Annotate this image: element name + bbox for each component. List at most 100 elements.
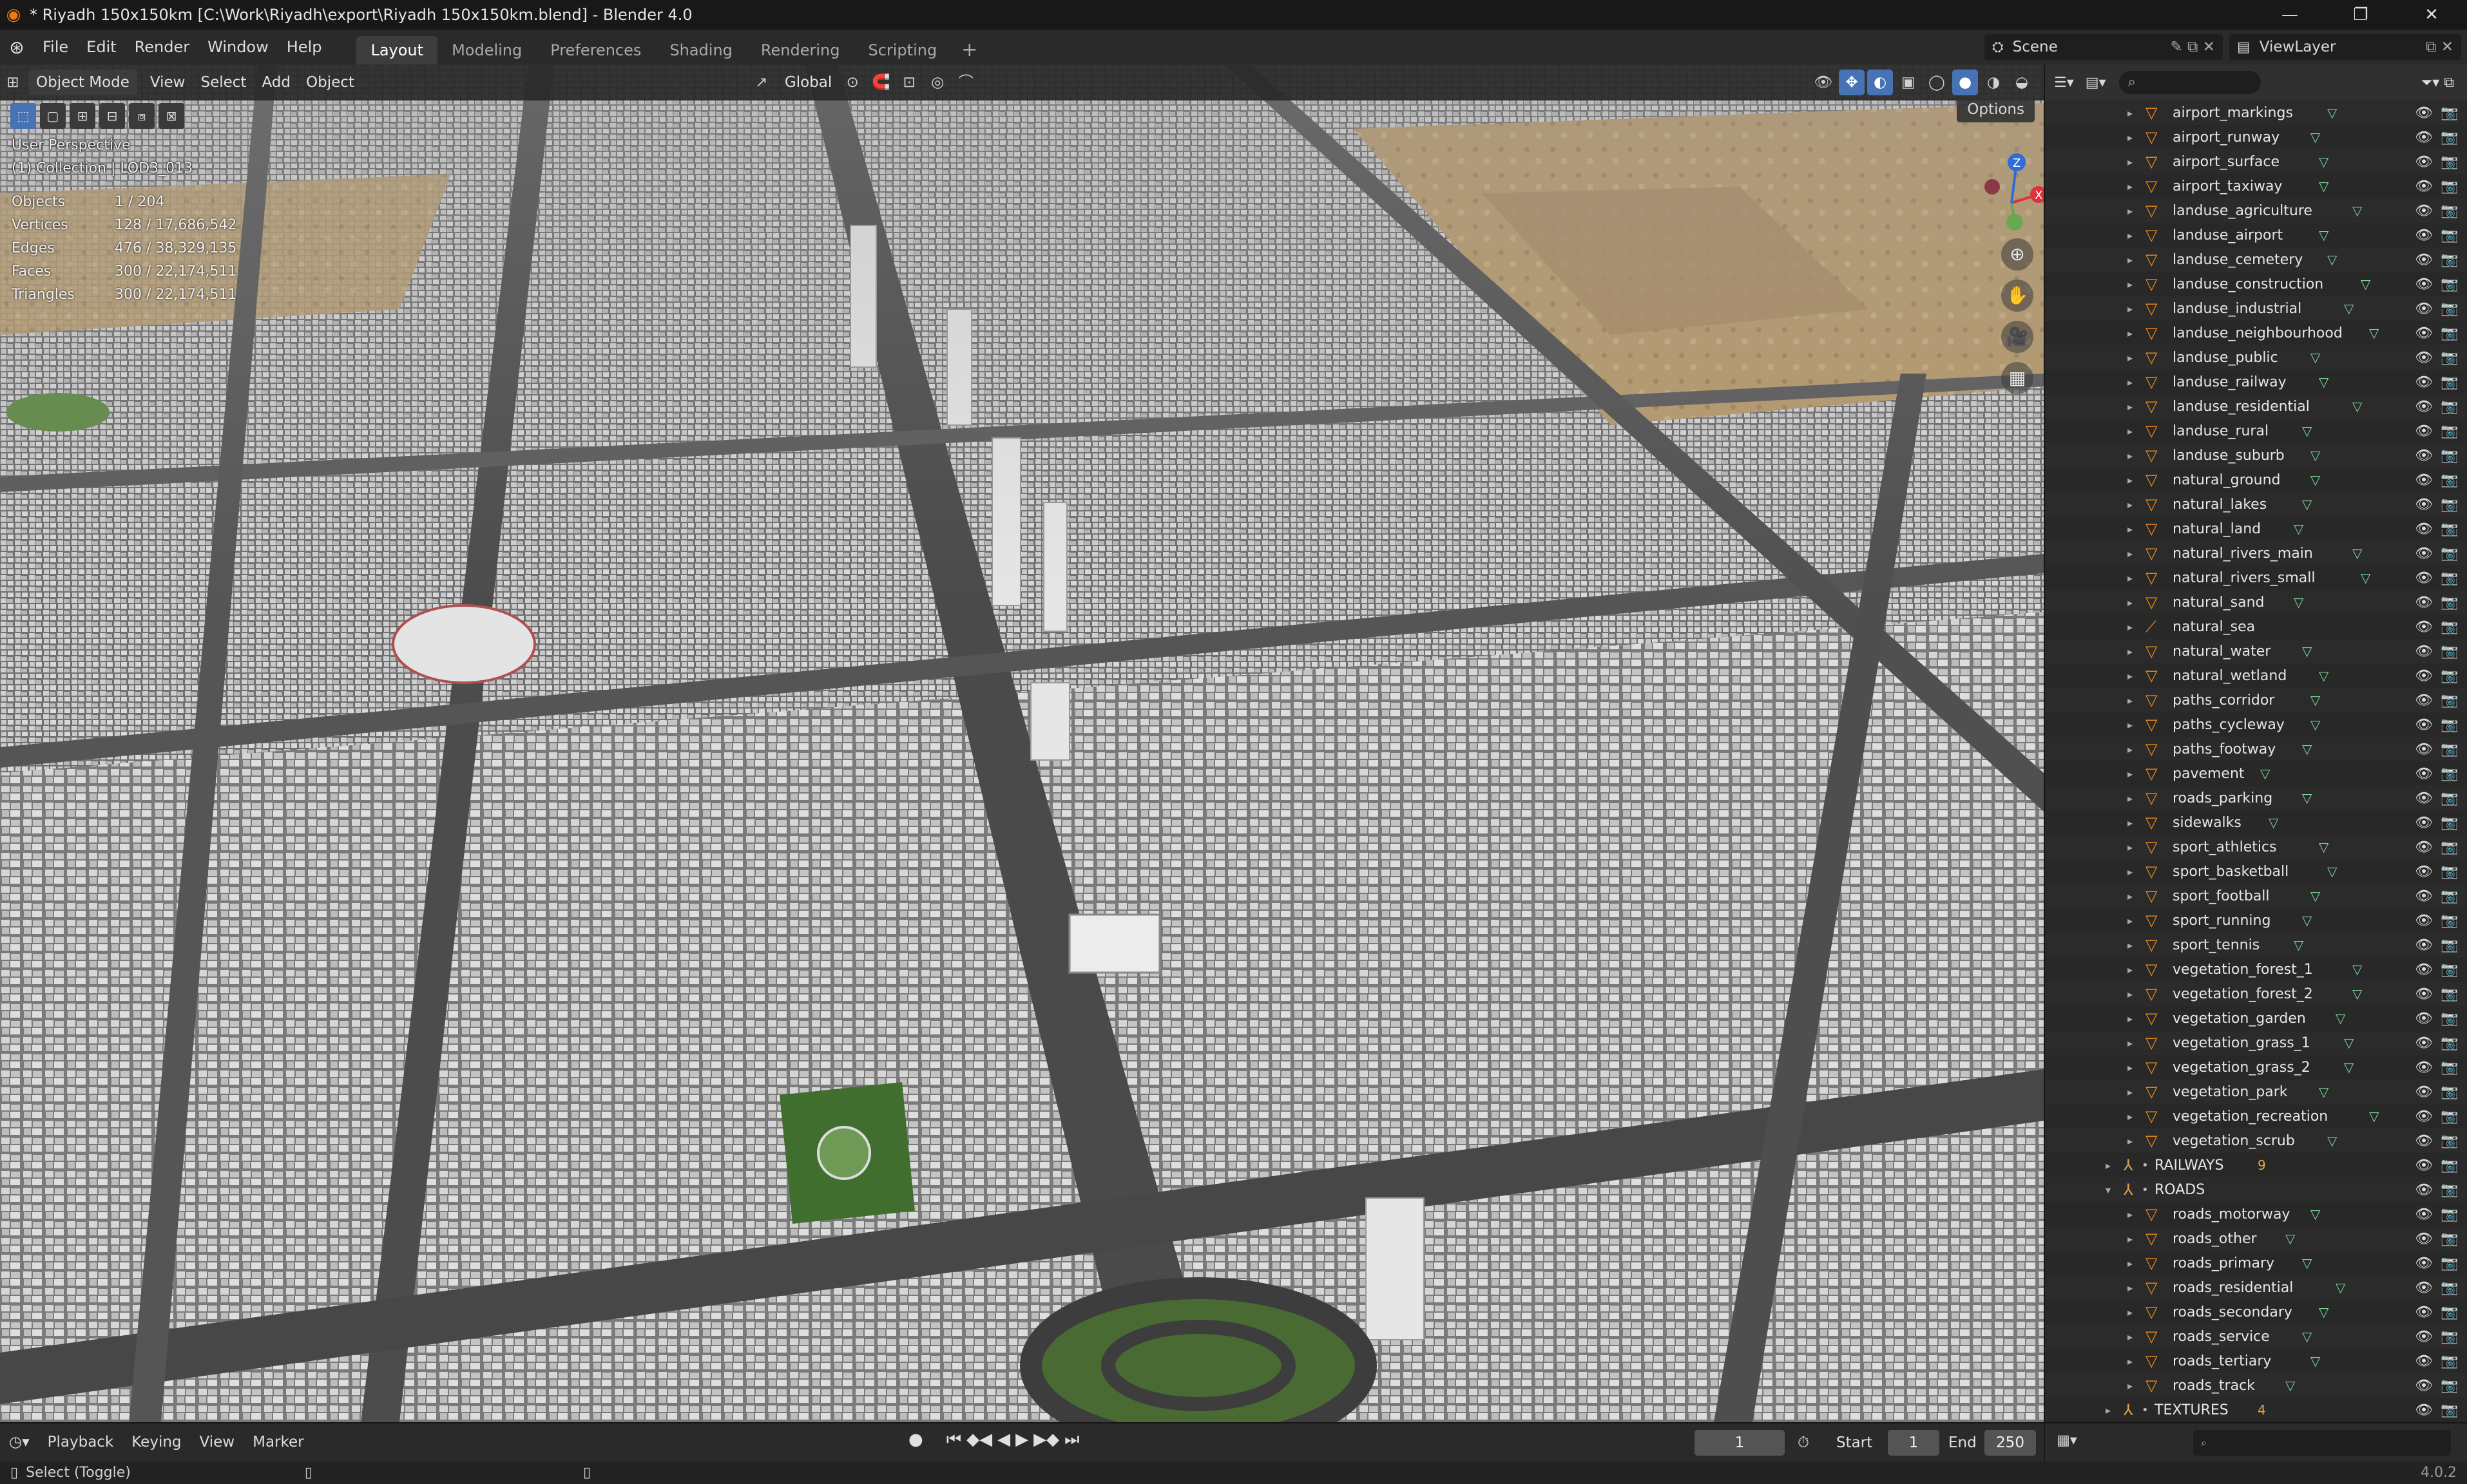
- mesh-data-icon[interactable]: ▽: [2344, 1060, 2354, 1075]
- expand-right-icon[interactable]: ▸: [2127, 303, 2133, 315]
- tab-modeling[interactable]: Modeling: [437, 36, 536, 64]
- expand-right-icon[interactable]: ▸: [2127, 1110, 2133, 1123]
- expand-right-icon[interactable]: ▸: [2127, 278, 2133, 290]
- mesh-data-icon[interactable]: ▽: [2344, 301, 2354, 316]
- visibility-eye-icon[interactable]: 👁: [2415, 252, 2433, 268]
- render-camera-icon[interactable]: 📷: [2441, 619, 2458, 635]
- select-invert-icon[interactable]: ⧈: [129, 103, 155, 129]
- prev-keyframe-icon[interactable]: ◆◀: [966, 1430, 992, 1450]
- outliner-search-input[interactable]: ⌕: [2118, 71, 2261, 94]
- outliner-object-row[interactable]: ▸ ▽ landuse_airport ▽ 👁 📷: [2045, 223, 2467, 247]
- select-tool-icon[interactable]: ⬚: [10, 103, 36, 129]
- outliner-object-row[interactable]: ▸ ▽ vegetation_garden ▽ 👁 📷: [2045, 1006, 2467, 1031]
- mesh-data-icon[interactable]: ▽: [2327, 864, 2337, 879]
- outliner-object-row[interactable]: ▸ ▽ landuse_industrial ▽ 👁 📷: [2045, 296, 2467, 321]
- visibility-eye-icon[interactable]: 👁: [2415, 1206, 2433, 1222]
- outliner-collection-row[interactable]: ▾ • ⅄ ROADS 👁 📷: [2045, 1177, 2467, 1202]
- render-camera-icon[interactable]: 📷: [2441, 986, 2458, 1002]
- visibility-eye-icon[interactable]: 👁: [2415, 1133, 2433, 1149]
- render-camera-icon[interactable]: 📷: [2441, 888, 2458, 904]
- menu-help[interactable]: Help: [278, 34, 331, 60]
- expand-right-icon[interactable]: ▸: [2127, 1257, 2133, 1270]
- select-extend-icon[interactable]: ⊞: [70, 103, 95, 129]
- menu-view-timeline[interactable]: View: [191, 1434, 244, 1451]
- pin-icon[interactable]: ✎ ⧉ ✕: [2170, 39, 2215, 55]
- object-mode-dropdown[interactable]: Object Mode: [28, 70, 137, 95]
- visibility-eye-icon[interactable]: 👁: [2415, 203, 2433, 219]
- outliner-object-row[interactable]: ▸ ▽ roads_other ▽ 👁 📷: [2045, 1226, 2467, 1251]
- visibility-eye-icon[interactable]: 👁: [2415, 1060, 2433, 1076]
- scene-selector[interactable]: ⛭ Scene ✎ ⧉ ✕: [1984, 34, 2223, 60]
- properties-search-input[interactable]: ⌕: [2193, 1430, 2451, 1456]
- expand-right-icon[interactable]: ▸: [2127, 1331, 2133, 1343]
- tab-preferences[interactable]: Preferences: [536, 36, 655, 64]
- render-camera-icon[interactable]: 📷: [2441, 276, 2458, 292]
- mesh-data-icon[interactable]: ▽: [2294, 595, 2303, 610]
- outliner-object-row[interactable]: ▸ ▽ roads_secondary ▽ 👁 📷: [2045, 1300, 2467, 1324]
- menu-window[interactable]: Window: [198, 34, 278, 60]
- expand-right-icon[interactable]: ▸: [2127, 792, 2133, 804]
- render-camera-icon[interactable]: 📷: [2441, 1084, 2458, 1100]
- expand-right-icon[interactable]: ▸: [2127, 131, 2133, 144]
- visibility-eye-icon[interactable]: 👁: [2415, 1157, 2433, 1174]
- outliner-object-row[interactable]: ▸ ⟋ natural_sea 👁 📷: [2045, 614, 2467, 639]
- outliner-object-row[interactable]: ▸ ▽ sidewalks ▽ 👁 📷: [2045, 810, 2467, 835]
- render-camera-icon[interactable]: 📷: [2441, 325, 2458, 341]
- expand-right-icon[interactable]: ▸: [2127, 1061, 2133, 1074]
- mesh-data-icon[interactable]: ▽: [2344, 1035, 2354, 1051]
- mesh-data-icon[interactable]: ▽: [2294, 937, 2303, 953]
- outliner-object-row[interactable]: ▸ ▽ roads_track ▽ 👁 📷: [2045, 1373, 2467, 1398]
- outliner-object-row[interactable]: ▸ ▽ landuse_agriculture ▽ 👁 📷: [2045, 198, 2467, 223]
- visibility-eye-icon[interactable]: 👁: [2415, 178, 2433, 195]
- expand-right-icon[interactable]: ▸: [2127, 1282, 2133, 1294]
- outliner-object-row[interactable]: ▸ ▽ vegetation_grass_2 ▽ 👁 📷: [2045, 1055, 2467, 1080]
- menu-playback[interactable]: Playback: [39, 1434, 123, 1451]
- outliner-object-row[interactable]: ▸ ▽ natural_rivers_small ▽ 👁 📷: [2045, 566, 2467, 590]
- outliner-object-row[interactable]: ▸ ▽ airport_markings ▽ 👁 📷: [2045, 100, 2467, 125]
- render-camera-icon[interactable]: 📷: [2441, 1182, 2458, 1198]
- expand-right-icon[interactable]: ▸: [2127, 327, 2133, 339]
- visibility-eye-icon[interactable]: 👁: [2415, 399, 2433, 415]
- render-camera-icon[interactable]: 📷: [2441, 913, 2458, 929]
- blender-logo-icon[interactable]: ⊛: [0, 37, 34, 58]
- visibility-eye-icon[interactable]: 👁: [2415, 472, 2433, 488]
- expand-right-icon[interactable]: ▸: [2127, 743, 2133, 756]
- expand-right-icon[interactable]: ▸: [2127, 768, 2133, 780]
- mesh-data-icon[interactable]: ▽: [2285, 1378, 2295, 1393]
- render-camera-icon[interactable]: 📷: [2441, 1378, 2458, 1394]
- visibility-eye-icon[interactable]: 👁: [2415, 546, 2433, 562]
- mesh-data-icon[interactable]: ▽: [2319, 227, 2328, 243]
- expand-right-icon[interactable]: ▸: [2127, 205, 2133, 217]
- visibility-eye-icon[interactable]: 👁: [2415, 1182, 2433, 1198]
- select-intersect-icon[interactable]: ⊠: [158, 103, 184, 129]
- render-camera-icon[interactable]: 📷: [2441, 521, 2458, 537]
- menu-object[interactable]: Object: [298, 70, 362, 95]
- outliner-object-row[interactable]: ▸ ▽ roads_service ▽ 👁 📷: [2045, 1324, 2467, 1349]
- visibility-eye-icon[interactable]: 👁: [2415, 1011, 2433, 1027]
- tab-rendering[interactable]: Rendering: [747, 36, 854, 64]
- outliner-object-row[interactable]: ▸ ▽ roads_motorway ▽ 👁 📷: [2045, 1202, 2467, 1226]
- expand-right-icon[interactable]: ▸: [2127, 229, 2133, 242]
- expand-right-icon[interactable]: ▸: [2106, 1159, 2111, 1172]
- navigation-gizmo[interactable]: Z X: [1966, 142, 2044, 245]
- visibility-eye-icon[interactable]: 👁: [2415, 888, 2433, 904]
- falloff-icon[interactable]: ⌒: [953, 70, 979, 95]
- mesh-data-icon[interactable]: ▽: [2302, 913, 2312, 928]
- mesh-data-icon[interactable]: ▽: [2327, 252, 2337, 267]
- solid-shading-icon[interactable]: ●: [1952, 70, 1978, 95]
- outliner-object-row[interactable]: ▸ ▽ natural_lakes ▽ 👁 📷: [2045, 492, 2467, 517]
- render-camera-icon[interactable]: 📷: [2441, 1157, 2458, 1174]
- mesh-data-icon[interactable]: ▽: [2352, 399, 2362, 414]
- render-camera-icon[interactable]: 📷: [2441, 790, 2458, 806]
- copy-icon[interactable]: ⧉ ✕: [2426, 39, 2453, 55]
- outliner-object-row[interactable]: ▸ ▽ vegetation_scrub ▽ 👁 📷: [2045, 1128, 2467, 1153]
- visibility-eye-icon[interactable]: 👁: [2415, 1378, 2433, 1394]
- outliner-object-row[interactable]: ▸ ▽ vegetation_park ▽ 👁 📷: [2045, 1080, 2467, 1104]
- expand-right-icon[interactable]: ▸: [2127, 817, 2133, 829]
- visibility-eye-icon[interactable]: 👁: [2415, 913, 2433, 929]
- outliner-object-row[interactable]: ▸ ▽ vegetation_forest_2 ▽ 👁 📷: [2045, 982, 2467, 1006]
- jump-end-icon[interactable]: ⏭: [1064, 1430, 1079, 1450]
- visibility-eye-icon[interactable]: 👁: [2415, 301, 2433, 317]
- mesh-data-icon[interactable]: ▽: [2310, 717, 2320, 732]
- outliner-object-row[interactable]: ▸ ▽ natural_land ▽ 👁 📷: [2045, 517, 2467, 541]
